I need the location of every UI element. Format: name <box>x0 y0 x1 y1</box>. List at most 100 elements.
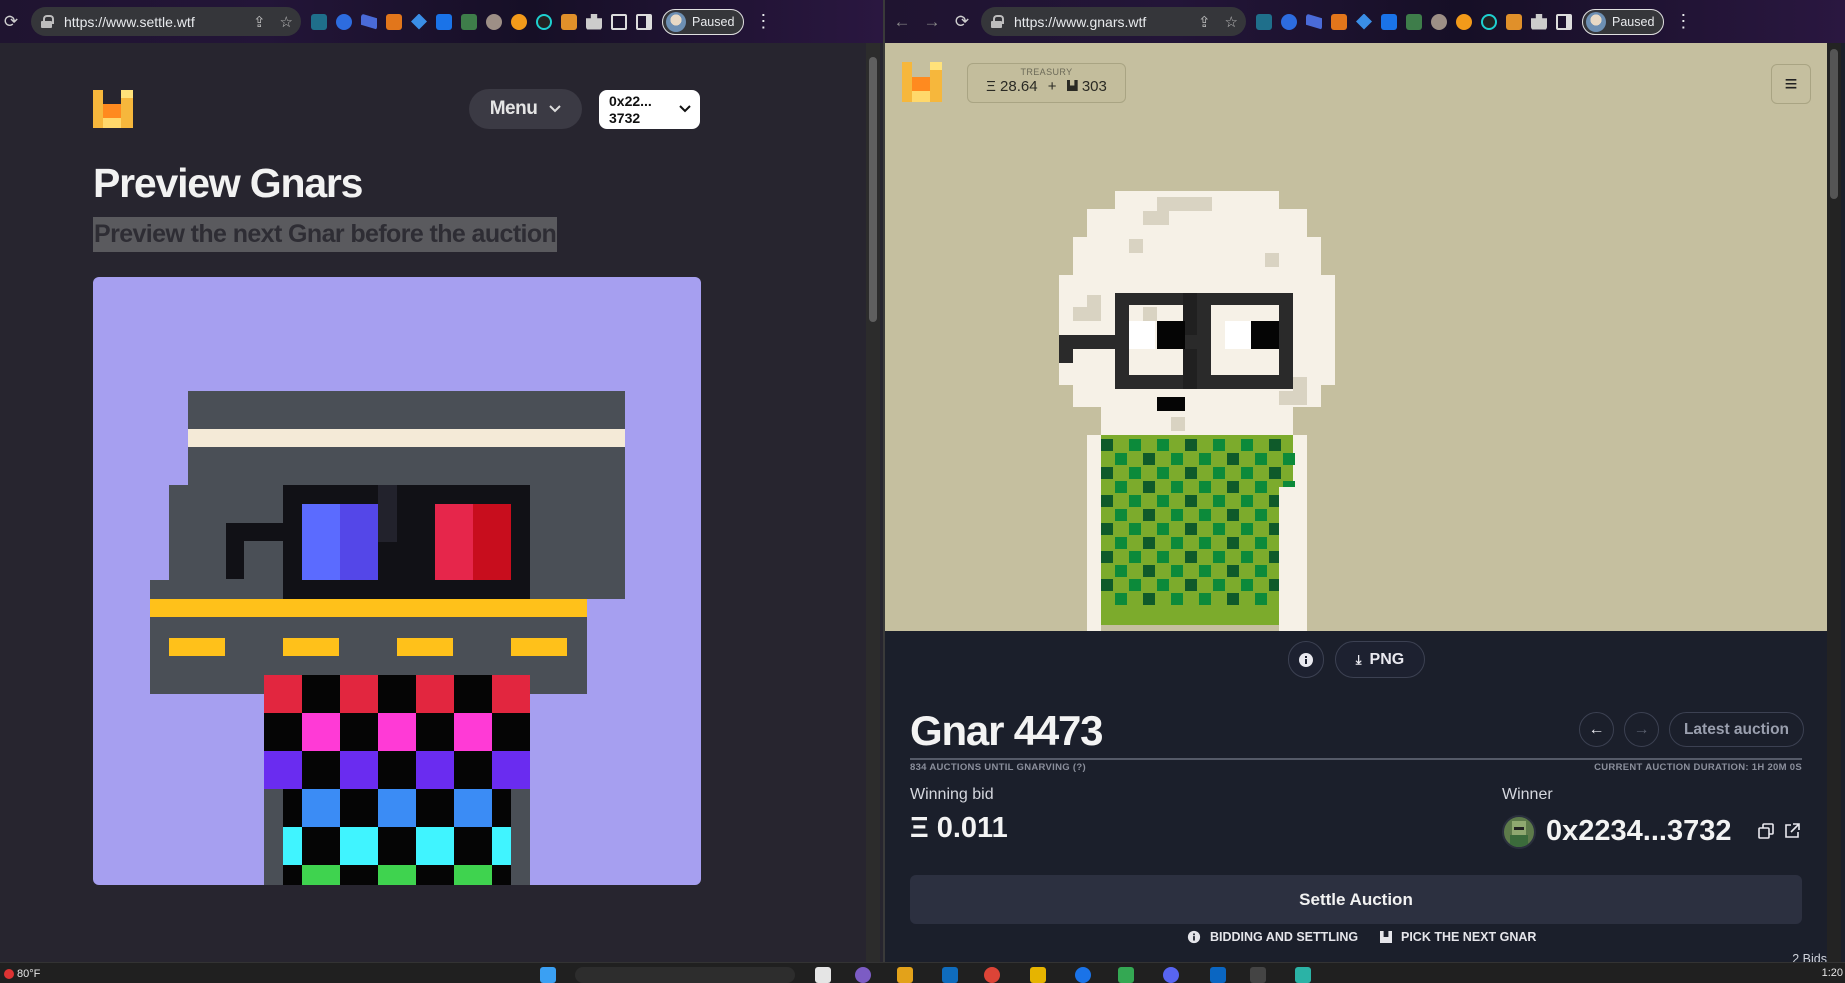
taskbar-app-icon[interactable] <box>984 967 1000 983</box>
right-browser-window: ← → ⟳ https://www.gnars.wtf ⇪ ☆ Paused ⋮… <box>885 0 1845 962</box>
file-explorer-icon[interactable] <box>897 967 913 983</box>
treasury-gnars-count: 303 <box>1081 78 1107 95</box>
taskbar-app-icon[interactable] <box>1118 967 1134 983</box>
bookmark-star-icon[interactable]: ☆ <box>280 13 293 31</box>
settle-logo[interactable] <box>93 90 133 128</box>
profile-avatar <box>1586 11 1606 32</box>
info-icon <box>1299 652 1313 667</box>
auction-duration: CURRENT AUCTION DURATION: 1H 20M 0S <box>1594 762 1802 773</box>
auctions-until-gnarving[interactable]: 834 AUCTIONS UNTIL GNARVING (?) <box>910 762 1086 773</box>
wallet-address-button[interactable]: 0x22... 3732 <box>599 90 700 129</box>
gnars-token-icon <box>1066 80 1078 91</box>
taskbar-search[interactable] <box>575 967 795 983</box>
left-address-bar[interactable]: https://www.settle.wtf ⇪ ☆ <box>31 7 301 36</box>
puzzle-extensions-icon[interactable] <box>586 13 602 30</box>
latest-auction-button[interactable]: Latest auction <box>1669 712 1804 747</box>
chevron-down-icon <box>549 105 562 113</box>
right-address-bar[interactable]: https://www.gnars.wtf ⇪ ☆ <box>981 7 1246 36</box>
treasury-value: Ξ 28.64 + 303 <box>968 78 1125 95</box>
winner-avatar[interactable] <box>1502 815 1536 849</box>
extension-icon[interactable] <box>1456 13 1472 30</box>
puzzle-extensions-icon[interactable] <box>1531 13 1547 30</box>
page-title: Preview Gnars <box>93 160 363 206</box>
taskbar-app-icon[interactable] <box>1075 967 1091 983</box>
taskbar-app-icon[interactable] <box>1250 967 1266 983</box>
right-scrollbar-thumb[interactable] <box>1830 49 1838 199</box>
extension-icon[interactable] <box>536 13 552 30</box>
winner-label: Winner <box>1502 786 1553 803</box>
weather-widget[interactable]: 80°F <box>4 968 40 980</box>
extension-icon[interactable] <box>1506 13 1522 30</box>
reload-icon[interactable]: ⟳ <box>947 7 977 37</box>
back-icon[interactable]: ← <box>887 7 917 37</box>
reload-icon[interactable]: ⟳ <box>0 7 26 37</box>
metamask-icon[interactable] <box>1331 13 1347 30</box>
previous-auction-button[interactable]: ← <box>1579 712 1614 747</box>
start-button-icon[interactable] <box>540 967 556 983</box>
taskbar-app-icon[interactable] <box>1295 967 1311 983</box>
pick-next-gnar-link[interactable]: PICK THE NEXT GNAR <box>1380 930 1536 944</box>
right-url-text: https://www.gnars.wtf <box>1014 13 1147 30</box>
menu-button[interactable]: Menu <box>469 89 582 129</box>
taskbar-app-icon[interactable] <box>855 967 871 983</box>
right-browser-toolbar: ← → ⟳ https://www.gnars.wtf ⇪ ☆ Paused ⋮ <box>885 0 1845 43</box>
side-panel-icon[interactable] <box>1556 13 1572 30</box>
forward-icon[interactable]: → <box>917 7 947 37</box>
settle-auction-button[interactable]: Settle Auction <box>910 875 1802 924</box>
extension-icon[interactable] <box>1356 13 1372 30</box>
right-scrollbar[interactable] <box>1827 43 1841 962</box>
extension-icon[interactable] <box>1256 13 1272 30</box>
bidding-link-text: BIDDING AND SETTLING <box>1210 930 1359 944</box>
extension-icon[interactable] <box>311 13 327 30</box>
bids-count[interactable]: 2 Bids <box>1792 952 1827 962</box>
taskbar-app-icon[interactable] <box>1210 967 1226 983</box>
layers-extension-icon[interactable] <box>1306 13 1322 30</box>
gnars-logo[interactable] <box>902 62 942 102</box>
left-scrollbar[interactable] <box>866 43 880 962</box>
taskbar-app-icon[interactable] <box>1030 967 1046 983</box>
profile-paused-button[interactable]: Paused <box>662 8 745 35</box>
left-scrollbar-thumb[interactable] <box>869 57 877 322</box>
png-download-button[interactable]: ⤓ PNG <box>1335 641 1425 678</box>
bookmark-star-icon[interactable]: ☆ <box>1225 13 1238 31</box>
metamask-icon[interactable] <box>386 13 402 30</box>
browser-menu-icon[interactable]: ⋮ <box>752 11 774 32</box>
bidding-and-settling-link[interactable]: BIDDING AND SETTLING <box>1187 930 1358 944</box>
title-divider <box>910 758 1802 760</box>
winning-bid-value: Ξ 0.011 <box>910 812 1008 844</box>
extension-icon[interactable] <box>1406 13 1422 30</box>
winner-address[interactable]: 0x2234...3732 <box>1546 815 1731 848</box>
k-extension-icon[interactable] <box>1381 13 1397 30</box>
k-extension-icon[interactable] <box>436 13 452 30</box>
side-panel-icon[interactable] <box>636 13 652 30</box>
windows-taskbar: 80°F 1:20 <box>0 962 1845 983</box>
info-button[interactable] <box>1288 641 1324 678</box>
arrow-left-icon: ← <box>1588 720 1605 738</box>
next-auction-button[interactable]: → <box>1624 712 1659 747</box>
treasury-badge[interactable]: TREASURY Ξ 28.64 + 303 <box>967 63 1126 103</box>
share-icon[interactable]: ⇪ <box>253 13 266 31</box>
zoom-extension-icon[interactable] <box>336 13 352 30</box>
extension-icon[interactable] <box>1431 13 1447 30</box>
share-icon[interactable]: ⇪ <box>1198 13 1211 31</box>
taskbar-app-icon[interactable] <box>942 967 958 983</box>
browser-menu-icon[interactable]: ⋮ <box>1672 11 1694 32</box>
reading-list-icon[interactable] <box>611 13 627 30</box>
zoom-extension-icon[interactable] <box>1281 13 1297 30</box>
extension-icon[interactable] <box>486 13 502 30</box>
extension-icon[interactable] <box>511 13 527 30</box>
clock: 1:20 <box>1821 967 1843 979</box>
gnar-4473-pixel-art <box>1059 191 1335 631</box>
extension-icon[interactable] <box>411 13 427 30</box>
task-view-icon[interactable] <box>815 967 831 983</box>
layers-extension-icon[interactable] <box>361 13 377 30</box>
copy-icon[interactable] <box>1758 823 1774 839</box>
discord-icon[interactable] <box>1163 967 1179 983</box>
hamburger-menu-icon[interactable]: ≡ <box>1771 64 1811 104</box>
external-link-icon[interactable] <box>1784 823 1800 839</box>
extension-icon[interactable] <box>561 13 577 30</box>
extension-icon[interactable] <box>1481 13 1497 30</box>
auction-title: Gnar 4473 <box>910 707 1104 754</box>
profile-paused-button[interactable]: Paused <box>1582 8 1665 35</box>
extension-icon[interactable] <box>461 13 477 30</box>
